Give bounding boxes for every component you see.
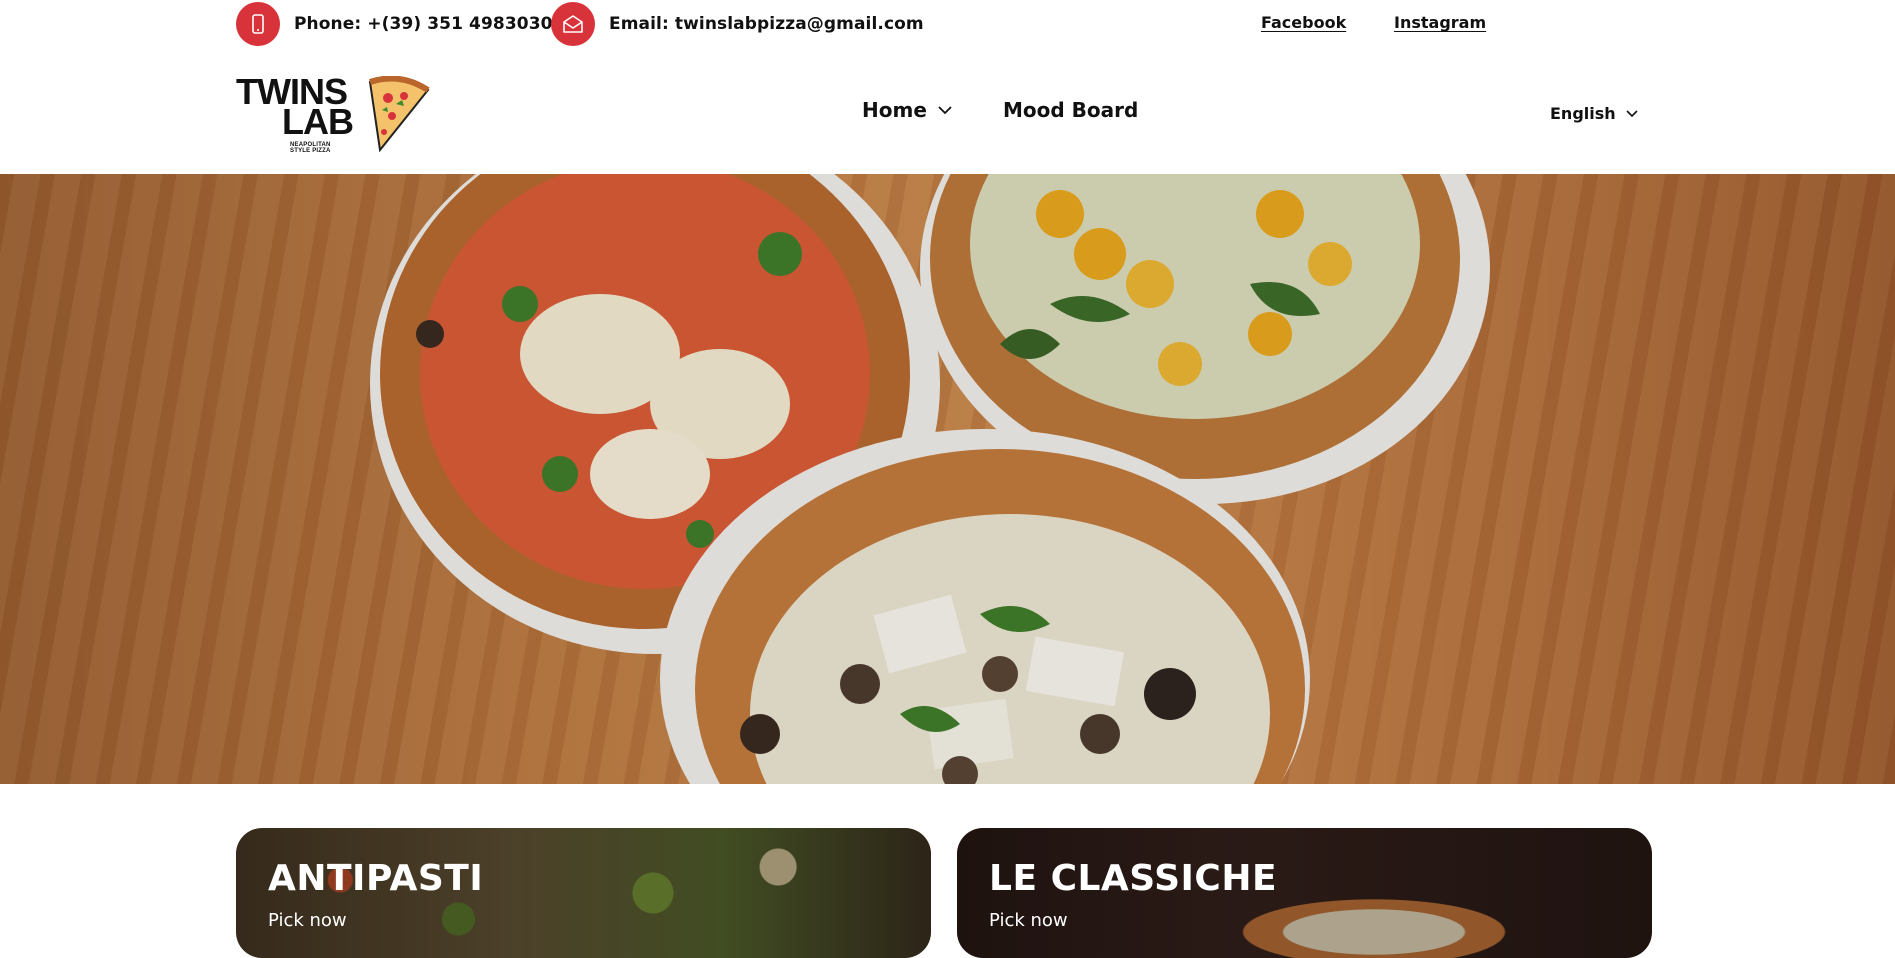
nav-home[interactable]: Home (862, 98, 953, 122)
facebook-link[interactable]: Facebook (1261, 13, 1346, 32)
nav-mood-label: Mood Board (1003, 98, 1139, 122)
instagram-link[interactable]: Instagram (1394, 13, 1486, 32)
nav-home-label: Home (862, 98, 927, 122)
card-pick-now-link[interactable]: Pick now (268, 910, 347, 931)
category-card-le-classiche[interactable]: LE CLASSICHE Pick now (957, 828, 1652, 958)
email-label: Email: twinslabpizza@gmail.com (609, 14, 924, 34)
pizza-slice-icon (368, 76, 430, 152)
language-label: English (1550, 104, 1616, 123)
logo-line-2: LAB (282, 101, 354, 142)
language-selector[interactable]: English (1550, 104, 1638, 123)
mobile-phone-icon (236, 2, 280, 46)
chevron-down-icon (938, 106, 952, 115)
category-cards: ANTIPASTI Pick now LE CLASSICHE Pick now (0, 784, 1895, 958)
hero-overlay (0, 174, 1895, 784)
phone-label: Phone: +(39) 351 4983030 (294, 14, 553, 34)
card-pick-now-link[interactable]: Pick now (989, 910, 1068, 931)
phone-contact[interactable]: Phone: +(39) 351 4983030 (236, 2, 553, 46)
site-logo[interactable]: TWINS LAB NEAPOLITAN STYLE PIZZA (236, 74, 432, 154)
nav-mood-board[interactable]: Mood Board (1003, 98, 1138, 122)
card-title: ANTIPASTI (268, 858, 484, 899)
category-card-antipasti[interactable]: ANTIPASTI Pick now (236, 828, 931, 958)
email-contact[interactable]: Email: twinslabpizza@gmail.com (551, 2, 924, 46)
top-bar: Phone: +(39) 351 4983030 Email: twinslab… (0, 0, 1895, 48)
site-header: TWINS LAB NEAPOLITAN STYLE PIZZA Home Mo… (0, 48, 1895, 174)
envelope-icon (551, 2, 595, 46)
hero-banner (0, 174, 1895, 784)
card-title: LE CLASSICHE (989, 858, 1278, 899)
chevron-down-icon (1626, 109, 1638, 117)
logo-subtitle: NEAPOLITAN STYLE PIZZA (290, 142, 331, 154)
